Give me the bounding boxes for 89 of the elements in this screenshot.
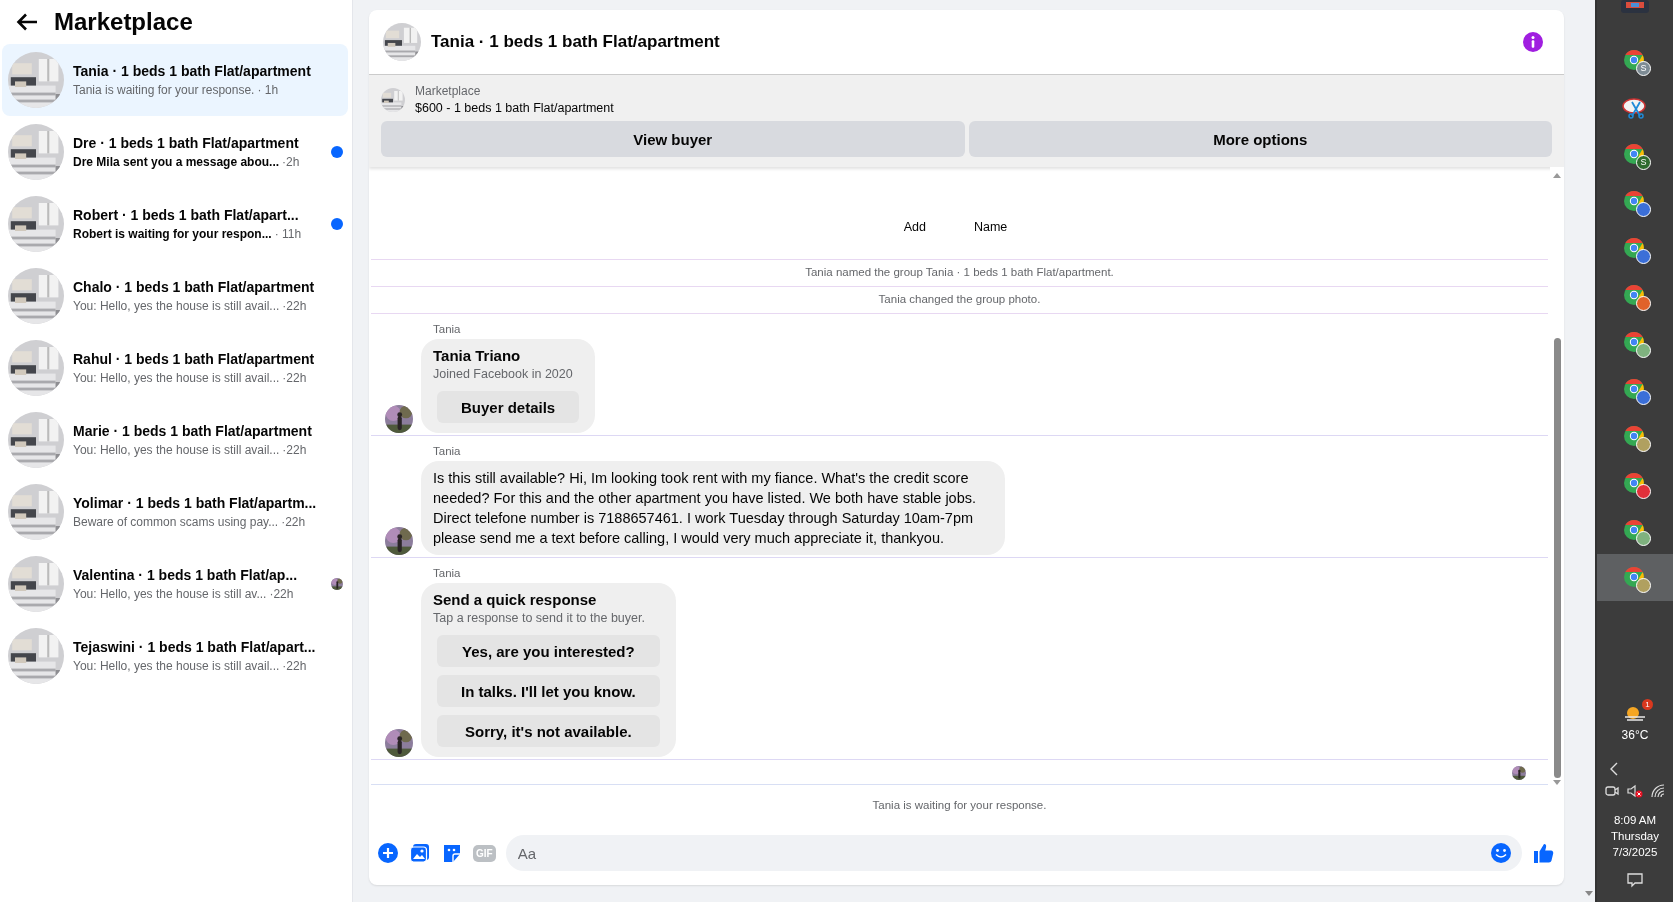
thumbs-up-icon[interactable] xyxy=(1532,842,1554,864)
message-preview: You: Hello, yes the house is still avail... xyxy=(73,659,280,673)
card-subtitle: Tap a response to send it to the buyer. xyxy=(433,611,646,625)
notification-icon[interactable] xyxy=(1627,872,1643,888)
message-preview: Dre Mila sent you a message abou... xyxy=(73,155,280,169)
chevron-left-icon[interactable] xyxy=(1609,762,1619,776)
unread-dot xyxy=(331,146,343,158)
quick-reply-button[interactable]: Yes, are you interested? xyxy=(437,635,660,667)
emoji-icon[interactable] xyxy=(1490,842,1512,864)
conversation-title: Marie · 1 beds 1 bath Flat/apartment xyxy=(73,423,313,439)
muted-speaker-icon[interactable] xyxy=(1627,784,1643,798)
unread-dot xyxy=(331,218,343,230)
clock[interactable]: 8:09 AM Thursday 7/3/2025 xyxy=(1611,812,1659,860)
timestamp: ·2h xyxy=(282,155,300,169)
clock-time: 8:09 AM xyxy=(1613,813,1657,828)
snipping-tool-icon xyxy=(1622,95,1648,120)
message-preview: You: Hello, yes the house is still avail... xyxy=(73,371,280,385)
message-preview: Beware of common scams using pay... xyxy=(73,515,279,529)
action-button[interactable]: View buyer xyxy=(381,121,965,157)
system-message: Tania changed the group photo. xyxy=(371,287,1548,314)
sender-name: Tania xyxy=(433,323,462,335)
app-icon[interactable] xyxy=(1620,0,1650,14)
conversation-title: Robert · 1 beds 1 bath Flat/apart... xyxy=(73,207,300,223)
conversation-title: Yolimar · 1 beds 1 bath Flat/apartm... xyxy=(73,495,318,511)
message-preview: Tania is waiting for your response. xyxy=(73,83,255,97)
conversation-title: Valentina · 1 beds 1 bath Flat/ap... xyxy=(73,567,299,583)
conversation-item[interactable]: Rahul · 1 beds 1 bath Flat/apartment You: Hello, yes the house is still avail... ·22h xyxy=(2,332,348,404)
profile-name: Tania Triano xyxy=(433,347,522,364)
timestamp: ·22h xyxy=(281,515,306,529)
message-preview: Robert is waiting for your respon... xyxy=(73,227,272,241)
conversation-title: Tania · 1 beds 1 bath Flat/apartment xyxy=(73,63,312,79)
listing-source: Marketplace xyxy=(415,84,482,98)
conversation-item[interactable]: Chalo · 1 beds 1 bath Flat/apartment You: Hello, yes the house is still avail... ·22h xyxy=(2,260,348,332)
taskbar-app[interactable]: S xyxy=(1597,131,1673,178)
status-message: Tania is waiting for your response. xyxy=(871,798,1048,813)
conversation-item[interactable]: Marie · 1 beds 1 bath Flat/apartment You: Hello, yes the house is still avail... ·22h xyxy=(2,404,348,476)
label: Name xyxy=(973,219,1009,235)
clock-day: Thursday xyxy=(1611,828,1659,844)
sidebar-title: Marketplace xyxy=(54,8,193,36)
system-message: Tania named the group Tania · 1 beds 1 bath Flat/apartment. xyxy=(371,260,1548,287)
conversation-item[interactable]: Tania · 1 beds 1 bath Flat/apartment Tania is waiting for your response. · 1h xyxy=(2,44,348,116)
sender-name: Tania xyxy=(433,445,462,457)
conversation-title: Rahul · 1 beds 1 bath Flat/apartment xyxy=(73,351,316,367)
sender-name: Tania xyxy=(433,567,462,579)
browser-icon xyxy=(1623,142,1647,167)
card-title: Send a quick response xyxy=(433,591,598,608)
info-icon[interactable] xyxy=(1522,31,1544,53)
image-icon[interactable] xyxy=(409,842,431,864)
profile-subtitle: Joined Facebook in 2020 xyxy=(433,367,574,381)
label: Add xyxy=(903,219,927,235)
weather-widget[interactable]: 1 36°C xyxy=(1613,697,1657,742)
conversation-item[interactable]: Yolimar · 1 beds 1 bath Flat/apartm... Beware of common scams using pay... ·22h xyxy=(2,476,348,548)
buyer-details-button[interactable]: Buyer details xyxy=(437,391,580,423)
clock-date: 7/3/2025 xyxy=(1612,845,1658,860)
message-preview: You: Hello, yes the house is still av... xyxy=(73,587,267,601)
camera-icon[interactable] xyxy=(1605,784,1619,798)
conversation-item[interactable]: Valentina · 1 beds 1 bath Flat/ap... You: Hello, yes the house is still av... ·22h xyxy=(2,548,348,620)
sun-haze-icon xyxy=(1623,705,1647,723)
timestamp: ·22h xyxy=(282,443,307,457)
message-bubble: Is this still available? Hi, Im looking took rent with my fiance. What's the credit score needed? For this and the other apartment you have listed. We both have stable jobs. Direct telefone number is 7188657461. I work Tuesday through Saturday 10am-7pm please send me a text before calling, I would very much appreciate it, thankyou. xyxy=(421,461,1005,555)
browser-icon xyxy=(1623,48,1647,73)
sticker-icon[interactable] xyxy=(441,842,463,864)
wifi-icon[interactable] xyxy=(1651,784,1665,798)
message-preview: You: Hello, yes the house is still avail... xyxy=(73,299,280,313)
taskbar-app[interactable]: S xyxy=(1597,37,1673,84)
message-input[interactable]: Aa xyxy=(505,835,1522,871)
conversation-item[interactable]: Tejaswini · 1 beds 1 bath Flat/apart... You: Hello, yes the house is still avail... ·22h xyxy=(2,620,348,692)
notification-badge: 1 xyxy=(1642,699,1653,710)
timestamp: · 1h xyxy=(257,83,279,97)
conversation-title: Dre · 1 beds 1 bath Flat/apartment xyxy=(73,135,300,151)
conversation-title: Tejaswini · 1 beds 1 bath Flat/apart... xyxy=(73,639,317,655)
quick-reply-button[interactable]: Sorry, it's not available. xyxy=(437,715,660,747)
temperature: 36°C xyxy=(1621,728,1649,742)
plus-icon[interactable] xyxy=(377,842,399,864)
timestamp: ·22h xyxy=(269,587,294,601)
scrollbar[interactable] xyxy=(1583,0,1595,902)
conversation-item[interactable]: Dre · 1 beds 1 bath Flat/apartment Dre Mila sent you a message abou... ·2h xyxy=(2,116,348,188)
timestamp: ·22h xyxy=(282,371,307,385)
conversation-item[interactable]: Robert · 1 beds 1 bath Flat/apart... Robert is waiting for your respon... · 11h xyxy=(2,188,348,260)
message-preview: You: Hello, yes the house is still avail... xyxy=(73,443,280,457)
listing-title: $600 - 1 beds 1 bath Flat/apartment xyxy=(415,101,614,115)
timestamp: · 11h xyxy=(274,227,302,241)
timestamp: ·22h xyxy=(282,299,307,313)
quick-reply-button[interactable]: In talks. I'll let you know. xyxy=(437,675,660,707)
chat-title: Tania · 1 beds 1 bath Flat/apartment xyxy=(431,32,721,52)
conversation-title: Chalo · 1 beds 1 bath Flat/apartment xyxy=(73,279,316,295)
timestamp: ·22h xyxy=(282,659,307,673)
action-button[interactable]: More options xyxy=(968,121,1552,157)
back-arrow-icon[interactable] xyxy=(16,13,38,31)
